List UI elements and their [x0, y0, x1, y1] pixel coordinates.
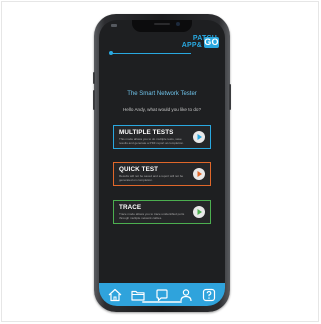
quick-test-button[interactable]: QUICK TEST Results will not be saved and… — [113, 162, 211, 186]
logo-text-line2: APP& — [181, 42, 202, 49]
tab-home[interactable] — [106, 286, 124, 304]
phone-device: PATCH APP& GO The Smart Network Tester H… — [93, 14, 231, 312]
play-icon[interactable] — [193, 206, 205, 218]
status-indicator — [111, 24, 117, 27]
phone-side-button-left — [93, 90, 95, 110]
option-title: TRACE — [119, 204, 142, 211]
home-icon — [108, 288, 122, 301]
help-icon — [203, 288, 216, 301]
logo-badge: GO — [204, 37, 219, 48]
speaker-grille — [154, 23, 170, 25]
phone-side-button-right — [229, 84, 231, 110]
play-icon[interactable] — [193, 131, 205, 143]
option-description: This mode allows you to do multiple test… — [119, 137, 184, 145]
header-divider — [111, 53, 191, 54]
play-icon[interactable] — [193, 168, 205, 180]
phone-notch — [132, 20, 192, 32]
home-indicator[interactable] — [142, 301, 182, 303]
front-camera — [176, 22, 180, 26]
greeting-text: Hello Andy, what would you like to do? — [122, 107, 202, 112]
trace-button[interactable]: TRACE Trace mode allows you to trace uni… — [113, 200, 211, 224]
option-description: Trace mode allows you to trace unidentif… — [119, 212, 185, 220]
page-title: The Smart Network Tester — [127, 91, 197, 97]
option-title: QUICK TEST — [119, 166, 159, 173]
app-logo: PATCH APP& GO — [181, 35, 219, 49]
option-description: Results will not be saved and a report w… — [119, 174, 184, 182]
phone-screen: PATCH APP& GO The Smart Network Tester H… — [99, 20, 225, 306]
option-title: MULTIPLE TESTS — [119, 129, 174, 136]
multiple-tests-button[interactable]: MULTIPLE TESTS This mode allows you to d… — [113, 125, 211, 149]
tab-help[interactable] — [200, 286, 218, 304]
phone-side-button-left — [93, 72, 95, 84]
